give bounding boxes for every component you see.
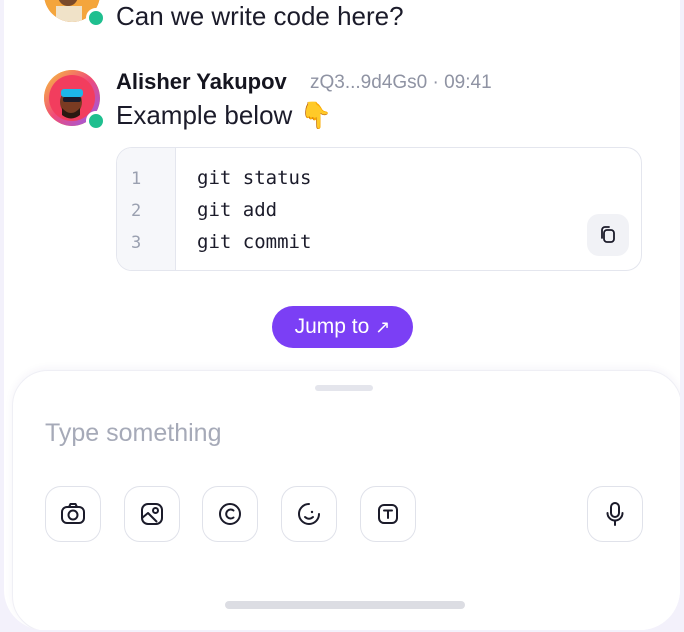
microphone-button[interactable] [587,486,643,542]
chat-screen: Can we write code here? Alisher Yakupov … [4,0,680,630]
message-text: Example below 👇 [116,100,332,131]
camera-button[interactable] [45,486,101,542]
image-button[interactable] [124,486,180,542]
jump-to-button[interactable]: Jump to ↗ [272,306,413,348]
jump-to-label: Jump to [294,315,370,338]
copyright-icon [219,503,241,525]
pointing-down-emoji: 👇 [299,100,332,130]
author-name[interactable]: Alisher Yakupov [116,69,287,95]
online-status-dot [86,111,106,131]
code-line: git commit [197,231,312,253]
line-number-gutter [117,148,176,270]
text-format-button[interactable] [360,486,416,542]
online-status-dot [86,8,106,28]
copyright-button[interactable] [202,486,258,542]
camera-icon [61,503,85,524]
drag-handle[interactable] [315,385,373,391]
copy-code-button[interactable] [587,214,629,256]
home-indicator [225,601,465,609]
sticker-button[interactable] [281,486,337,542]
arrow-up-right-icon: ↗ [375,316,391,337]
line-number: 1 [131,169,142,189]
code-block: 1 2 3 git status git add git commit [116,147,642,271]
message-meta: zQ3...9d4Gs0 · 09:41 [310,72,492,93]
message-text-body: Example below [116,100,293,130]
text-format-icon [378,504,398,524]
code-line: git add [197,199,278,221]
message-input[interactable]: Type something [45,419,222,448]
copy-icon [601,226,615,243]
image-icon [141,503,163,525]
message-composer: Type something [12,370,680,630]
microphone-icon [606,502,624,526]
sticker-icon [298,503,320,525]
message-text: Can we write code here? [116,1,404,31]
code-line: git status [197,167,312,189]
line-number: 2 [131,201,142,221]
line-number: 3 [131,233,142,253]
